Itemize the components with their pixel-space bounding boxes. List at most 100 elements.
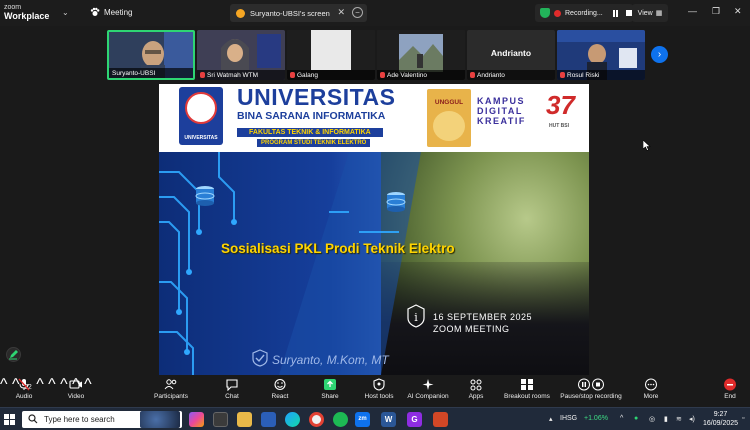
pause-recording-label: Pause/stop recording [560, 393, 622, 400]
chat-button[interactable]: Chat [221, 378, 243, 406]
volume-icon[interactable]: ◂) [689, 415, 695, 423]
logo-emblem [185, 92, 217, 124]
more-label: More [643, 393, 659, 400]
wifi-icon[interactable]: ≋ [676, 415, 682, 423]
powerpoint-icon[interactable] [433, 412, 448, 427]
video-button[interactable]: Video [64, 378, 88, 406]
university-subtitle: BINA SARANA INFORMATIKA [237, 110, 386, 122]
system-clock[interactable]: 9:27 16/09/2025 [703, 410, 738, 428]
audio-button[interactable]: Audio [12, 378, 36, 406]
mic-muted-icon [18, 378, 30, 391]
stock-ticker[interactable]: IHSG [560, 415, 577, 422]
chevron-down-icon[interactable]: ⌄ [62, 8, 69, 17]
mic-off-icon [200, 72, 205, 78]
grid-icon: ▦ [655, 10, 663, 17]
slide-title: Sosialisasi PKL Prodi Teknik Elektro [221, 241, 455, 256]
university-title: UNIVERSITAS [237, 84, 396, 110]
chrome-browser-icon[interactable] [309, 412, 324, 427]
annotate-button[interactable] [6, 347, 21, 362]
windows-start-icon[interactable] [4, 414, 15, 425]
participant-tile[interactable]: Suryanto-UBSI [107, 30, 195, 80]
more-button[interactable]: More [640, 378, 662, 406]
participant-tile[interactable]: Galang [287, 30, 375, 80]
meeting-button[interactable]: Meeting [90, 7, 132, 17]
store-icon[interactable] [261, 412, 276, 427]
edge-browser-icon[interactable] [285, 412, 300, 427]
kampus-line: KAMPUS [477, 96, 526, 106]
participants-icon [164, 379, 177, 390]
file-explorer-icon[interactable] [237, 412, 252, 427]
record-dot-icon [554, 9, 561, 17]
brand-line2: Workplace [4, 11, 50, 21]
mic-off-icon [470, 72, 475, 78]
participants-button[interactable]: Participants [152, 378, 190, 406]
word-icon[interactable]: W [381, 412, 396, 427]
audio-label: Audio [15, 393, 33, 400]
apps-button[interactable]: Apps [465, 378, 487, 406]
check-shield-icon [252, 349, 268, 367]
mic-off-icon [290, 72, 295, 78]
participant-tile[interactable]: Andrianto Andrianto [467, 30, 555, 80]
share-label: Share [321, 393, 339, 400]
share-button[interactable]: Share [319, 378, 341, 406]
view-label: View [637, 9, 653, 17]
logo-caption: UNIVERSITAS [184, 135, 218, 141]
program-banner: PROGRAM STUDI TEKNIK ELEKTRO [257, 139, 371, 147]
share-tab[interactable]: Suryanto-UBSI's screen ✕ − [230, 4, 367, 22]
headset-icon[interactable]: ◎ [649, 415, 655, 423]
chevron-up-icon[interactable]: ^ [0, 376, 8, 393]
zoom-app-icon[interactable]: zm [355, 412, 370, 427]
show-hidden-icons-icon[interactable]: ^ [620, 415, 623, 422]
participant-tile[interactable]: Ade Valentino [377, 30, 465, 80]
pen-icon [9, 350, 18, 360]
chevron-up-icon[interactable]: ^ [48, 376, 56, 393]
view-button[interactable]: View ▦ [632, 4, 668, 22]
breakout-rooms-label: Breakout rooms [504, 393, 550, 400]
participant-tile[interactable]: Rosul Riski [557, 30, 645, 80]
minimize-icon[interactable]: — [688, 6, 697, 16]
window-close-icon[interactable]: ✕ [734, 6, 742, 17]
kampus-digital-kreatif: KAMPUS DIGITAL KREATIF [477, 96, 526, 126]
stop-icon[interactable] [625, 10, 632, 16]
end-icon [724, 378, 736, 391]
host-tools-button[interactable]: Host tools [363, 378, 395, 406]
participant-strip: Suryanto-UBSI Sri Watmah WTM Galang Ade … [0, 28, 750, 82]
participant-name: Galang [297, 71, 318, 79]
recording-indicator[interactable]: Recording... [535, 4, 633, 22]
participant-name-bar: Galang [287, 70, 375, 80]
participant-name-bar: Ade Valentino [377, 70, 465, 80]
notification-icon[interactable]: ▫ [742, 415, 744, 422]
task-view-icon[interactable] [213, 412, 228, 427]
accreditation-label: UNGGUL [434, 99, 464, 106]
react-button[interactable]: React [269, 378, 291, 406]
sparkle-icon [422, 379, 434, 390]
search-icon [28, 414, 38, 424]
accreditation-badge: UNGGUL [427, 89, 471, 147]
participant-display-name: Andrianto [490, 48, 532, 58]
pause-stop-recording-button[interactable]: Pause/stop recording [558, 378, 624, 406]
spotify-icon[interactable] [333, 412, 348, 427]
zoom-window: zoom Workplace ⌄ Meeting Suryanto-UBSI's… [0, 0, 750, 430]
close-icon[interactable]: ✕ [337, 7, 345, 18]
pause-icon[interactable] [612, 9, 618, 17]
ai-companion-button[interactable]: AI Companion [405, 378, 451, 406]
app-g-icon[interactable]: G [407, 412, 422, 427]
participant-tile[interactable]: Sri Watmah WTM [197, 30, 285, 80]
copilot-icon[interactable] [189, 412, 204, 427]
host-tools-label: Host tools [364, 393, 394, 400]
next-page-button[interactable]: › [651, 46, 668, 63]
app-tray-icon[interactable]: ● [634, 415, 638, 422]
breakout-rooms-button[interactable]: Breakout rooms [502, 378, 552, 406]
microphone-icon[interactable]: ▮ [664, 415, 668, 423]
end-meeting-button[interactable]: End [718, 378, 742, 400]
weather-widget-icon[interactable] [140, 411, 180, 428]
participants-label: Participants [154, 393, 188, 400]
recording-label: Recording... [565, 9, 603, 17]
zoom-brand[interactable]: zoom Workplace [4, 3, 49, 21]
pause-stop-icon [578, 378, 604, 391]
apps-label: Apps [468, 393, 484, 400]
chevron-up-icon[interactable]: ^ [36, 376, 44, 393]
presenter-name: Suryanto, M.Kom, MT [272, 353, 389, 367]
stop-share-icon[interactable]: − [352, 7, 363, 18]
maximize-icon[interactable]: ❐ [712, 6, 720, 17]
